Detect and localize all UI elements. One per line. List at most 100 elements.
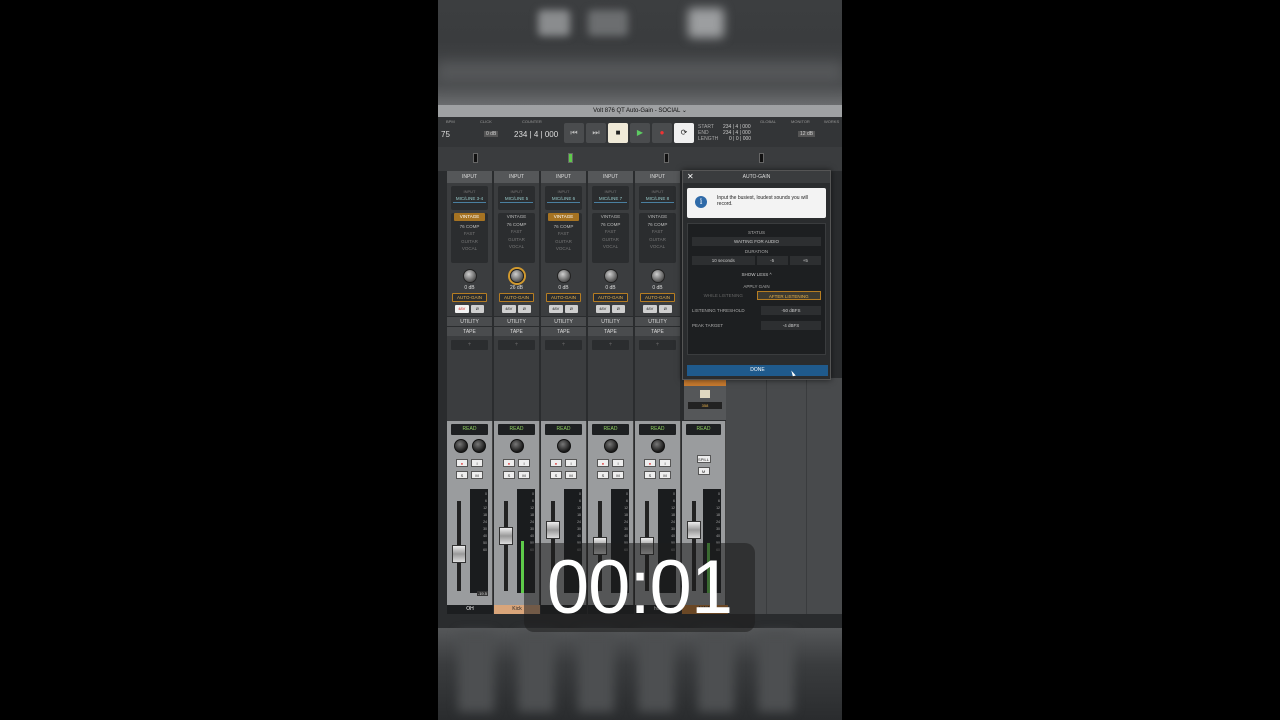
input-monitor-button[interactable]: I bbox=[612, 459, 624, 467]
automation-read-button[interactable]: READ bbox=[639, 424, 676, 435]
peak-target-value[interactable]: -4 dBFS bbox=[761, 321, 821, 330]
phase-button[interactable]: Ø bbox=[658, 305, 672, 313]
record-arm-button[interactable]: ● bbox=[456, 459, 468, 467]
preamp-option[interactable]: 76 COMP bbox=[451, 223, 488, 231]
auto-gain-button[interactable]: AUTO-GAIN bbox=[452, 293, 487, 302]
input-selector[interactable]: INPUT MIC/LINE 5 bbox=[498, 186, 535, 210]
phantom-48v-button[interactable]: 48V bbox=[643, 305, 657, 313]
auto-gain-button[interactable]: AUTO-GAIN bbox=[499, 293, 534, 302]
preamp-option[interactable]: GUITAR bbox=[498, 236, 535, 244]
phase-button[interactable]: Ø bbox=[517, 305, 531, 313]
utility-section[interactable]: UTILITY bbox=[447, 316, 492, 326]
phase-button[interactable]: Ø bbox=[564, 305, 578, 313]
gain-knob[interactable] bbox=[509, 269, 524, 283]
preamp-option[interactable]: GUITAR bbox=[639, 236, 676, 244]
preamp-option[interactable]: VINTAGE bbox=[498, 213, 535, 221]
mute-button[interactable]: M bbox=[518, 471, 530, 479]
auto-gain-button[interactable]: AUTO-GAIN bbox=[593, 293, 628, 302]
while-listening-option[interactable]: WHILE LISTENING bbox=[692, 291, 755, 300]
utility-section[interactable]: UTILITY bbox=[541, 316, 586, 326]
automation-read-button[interactable]: READ bbox=[592, 424, 629, 435]
duration-plus-button[interactable]: +5 bbox=[789, 256, 821, 265]
pan-knob[interactable] bbox=[556, 439, 571, 453]
input-monitor-button[interactable]: I bbox=[565, 459, 577, 467]
fader-handle[interactable] bbox=[452, 545, 466, 563]
input-source[interactable]: MIC/LINE 3-4 bbox=[453, 196, 486, 203]
utility-section[interactable]: UTILITY bbox=[635, 316, 680, 326]
input-selector[interactable]: INPUT MIC/LINE 6 bbox=[545, 186, 582, 210]
preamp-option[interactable]: VOCAL bbox=[592, 243, 629, 251]
preamp-option[interactable]: 76 COMP bbox=[545, 223, 582, 231]
pan-knob[interactable] bbox=[509, 439, 524, 453]
click-value[interactable]: 0 dB bbox=[484, 131, 499, 137]
auto-gain-button[interactable]: AUTO-GAIN bbox=[640, 293, 675, 302]
forward-button[interactable]: ⏭ bbox=[586, 123, 606, 143]
phase-button[interactable]: Ø bbox=[470, 305, 484, 313]
track-name[interactable]: OH bbox=[447, 605, 493, 614]
preamp-option[interactable]: VOCAL bbox=[451, 245, 488, 253]
solo-button[interactable]: S bbox=[550, 471, 562, 479]
input-source[interactable]: MIC/LINE 5 bbox=[500, 196, 533, 203]
pan-knob-left[interactable] bbox=[453, 439, 468, 453]
phantom-48v-button[interactable]: 48V bbox=[455, 305, 469, 313]
gain-knob[interactable] bbox=[650, 269, 665, 283]
preamp-option[interactable]: FAST bbox=[451, 230, 488, 238]
gain-knob[interactable] bbox=[462, 269, 477, 283]
duration-field[interactable]: 10 seconds bbox=[692, 256, 755, 265]
record-arm-button[interactable]: ● bbox=[550, 459, 562, 467]
preamp-option[interactable]: VINTAGE bbox=[592, 213, 629, 221]
solo-button[interactable]: S bbox=[503, 471, 515, 479]
monitor-value[interactable]: 12 dB bbox=[798, 131, 816, 137]
done-button[interactable]: DONE bbox=[687, 365, 828, 376]
insert-slot[interactable]: + bbox=[639, 340, 676, 350]
mute-button[interactable]: M bbox=[471, 471, 483, 479]
pan-knob[interactable] bbox=[650, 439, 665, 453]
solo-button[interactable]: S bbox=[644, 471, 656, 479]
auto-gain-button[interactable]: AUTO-GAIN bbox=[546, 293, 581, 302]
preamp-option[interactable]: GUITAR bbox=[592, 236, 629, 244]
spill-button[interactable]: SPILL bbox=[696, 455, 711, 463]
input-selector[interactable]: INPUT MIC/LINE 7 bbox=[592, 186, 629, 210]
phantom-48v-button[interactable]: 48V bbox=[549, 305, 563, 313]
automation-read-button[interactable]: READ bbox=[451, 424, 488, 435]
preamp-option[interactable]: VINTAGE bbox=[548, 213, 579, 221]
input-source[interactable]: MIC/LINE 8 bbox=[641, 196, 674, 203]
fader-handle[interactable] bbox=[687, 521, 701, 539]
bpm-value[interactable]: 75 bbox=[441, 130, 450, 139]
utility-section[interactable]: UTILITY bbox=[588, 316, 633, 326]
fader-handle[interactable] bbox=[546, 521, 560, 539]
automation-read-button[interactable]: READ bbox=[686, 424, 721, 435]
phantom-48v-button[interactable]: 48V bbox=[502, 305, 516, 313]
preamp-option[interactable]: 76 COMP bbox=[639, 221, 676, 229]
close-icon[interactable]: ✕ bbox=[687, 171, 694, 183]
after-listening-option[interactable]: AFTER LISTENING bbox=[756, 291, 821, 300]
insert-slot[interactable]: + bbox=[498, 340, 535, 350]
preamp-option[interactable]: VINTAGE bbox=[454, 213, 485, 221]
preamp-option[interactable]: VOCAL bbox=[545, 245, 582, 253]
record-arm-button[interactable]: ● bbox=[644, 459, 656, 467]
tape-section[interactable]: TAPE bbox=[447, 326, 492, 336]
mute-button[interactable]: M bbox=[565, 471, 577, 479]
mute-button[interactable]: M bbox=[659, 471, 671, 479]
preamp-option[interactable]: GUITAR bbox=[545, 238, 582, 246]
automation-read-button[interactable]: READ bbox=[498, 424, 535, 435]
play-button[interactable]: ▶ bbox=[630, 123, 650, 143]
threshold-value[interactable]: -50 dBFS bbox=[761, 306, 821, 315]
utility-section[interactable]: UTILITY bbox=[494, 316, 539, 326]
preamp-option[interactable]: FAST bbox=[592, 228, 629, 236]
tape-section[interactable]: TAPE bbox=[635, 326, 680, 336]
input-monitor-button[interactable]: I bbox=[518, 459, 530, 467]
solo-button[interactable]: S bbox=[597, 471, 609, 479]
tape-section[interactable]: TAPE bbox=[541, 326, 586, 336]
stop-button[interactable]: ■ bbox=[608, 123, 628, 143]
rewind-button[interactable]: ⏮ bbox=[564, 123, 584, 143]
gain-knob[interactable] bbox=[556, 269, 571, 283]
tape-section[interactable]: TAPE bbox=[494, 326, 539, 336]
mute-button[interactable]: M bbox=[697, 467, 710, 475]
preamp-option[interactable]: 76 COMP bbox=[498, 221, 535, 229]
preamp-option[interactable]: 76 COMP bbox=[592, 221, 629, 229]
input-monitor-button[interactable]: I bbox=[659, 459, 671, 467]
duration-minus-button[interactable]: -5 bbox=[756, 256, 788, 265]
automation-read-button[interactable]: READ bbox=[545, 424, 582, 435]
preamp-option[interactable]: FAST bbox=[498, 228, 535, 236]
